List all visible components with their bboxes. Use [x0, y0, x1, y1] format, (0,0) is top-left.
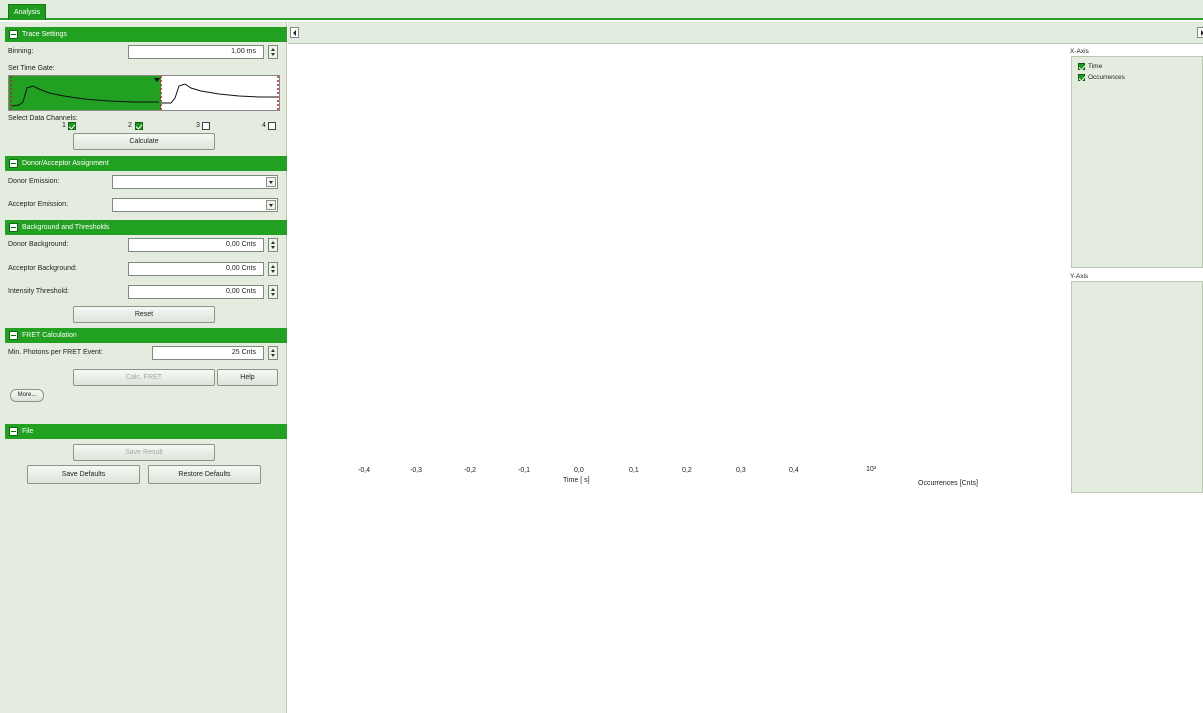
collapse-icon[interactable] — [9, 223, 18, 232]
restore-defaults-button[interactable]: Restore Defaults — [148, 465, 261, 484]
y-axis-label: Occurrences [Cnts] — [918, 480, 978, 487]
acceptor-background-label: Acceptor Background: — [8, 265, 77, 272]
x-tick-label: 0,0 — [574, 467, 584, 474]
x-tick-label: -0,1 — [518, 467, 531, 474]
tab-strip: Analysis — [0, 0, 1203, 20]
min-photons-label: Min. Photons per FRET Event: — [8, 349, 103, 356]
x-tick-label: 0,4 — [789, 467, 799, 474]
min-photons-input[interactable]: 25 Cnts — [152, 346, 264, 360]
plot-area[interactable] — [288, 45, 1068, 713]
x-tick-label: -0,4 — [358, 467, 371, 474]
binning-input[interactable]: 1,00 ms — [128, 45, 264, 59]
intensity-threshold-label: Intensity Threshold: — [8, 288, 69, 295]
section-header-background[interactable]: Background and Thresholds — [5, 220, 287, 235]
arrow-right-icon[interactable] — [1197, 27, 1203, 38]
x-tick-label: 0,3 — [736, 467, 746, 474]
section-title: File — [22, 428, 34, 435]
intensity-threshold-spinner[interactable] — [268, 285, 278, 299]
x-axis-panel-title: X-Axis — [1070, 48, 1089, 55]
chevron-down-icon[interactable] — [266, 200, 276, 210]
occurrences-checkbox[interactable] — [1078, 74, 1085, 81]
time-gate-preview[interactable] — [8, 75, 280, 111]
x-axis-panel: Time Occurrences — [1071, 56, 1203, 268]
channel-number: 1 — [62, 122, 66, 129]
x-tick-label: -0,2 — [464, 467, 477, 474]
collapse-icon[interactable] — [9, 427, 18, 436]
x-tick-label: -0,3 — [410, 467, 423, 474]
calc-fret-button[interactable]: Calc. FRET — [73, 369, 215, 386]
acceptor-emission-select[interactable] — [112, 198, 278, 212]
channel-3-checkbox[interactable] — [202, 122, 210, 130]
intensity-threshold-input[interactable]: 0,00 Cnts — [128, 285, 264, 299]
save-defaults-button[interactable]: Save Defaults — [27, 465, 140, 484]
x-axis-label: Time [ s] — [563, 477, 590, 484]
time-gate-trace — [9, 76, 279, 110]
settings-panel: Trace Settings Binning: 1,00 ms Set Time… — [0, 22, 287, 713]
more-button[interactable]: More... — [10, 389, 44, 402]
reset-button[interactable]: Reset — [73, 306, 215, 323]
binning-label: Binning: — [8, 48, 34, 55]
channel-number: 2 — [128, 122, 132, 129]
section-header-trace-settings[interactable]: Trace Settings — [5, 27, 287, 42]
acceptor-background-spinner[interactable] — [268, 262, 278, 276]
trace-line-second — [161, 83, 277, 104]
y-axis-panel — [1071, 281, 1203, 493]
binning-spinner[interactable] — [268, 45, 278, 59]
acceptor-background-input[interactable]: 0,00 Cnts — [128, 262, 264, 276]
donor-background-spinner[interactable] — [268, 238, 278, 252]
tab-analysis[interactable]: Analysis — [8, 4, 47, 20]
plot-toolbar — [288, 22, 1203, 44]
x-axis-item-label: Time — [1088, 63, 1103, 70]
section-header-fret[interactable]: FRET Calculation — [5, 328, 287, 343]
arrow-left-icon[interactable] — [290, 27, 299, 38]
x-tick-label: 0,1 — [629, 467, 639, 474]
calculate-button[interactable]: Calculate — [73, 133, 215, 150]
gate-selection — [9, 76, 161, 110]
section-title: FRET Calculation — [22, 332, 77, 339]
x-axis-item-label: Occurrences — [1088, 74, 1125, 81]
section-header-assignment[interactable]: Donor/Acceptor Assignment — [5, 156, 287, 171]
donor-background-label: Donor Background: — [8, 241, 69, 248]
chevron-down-icon[interactable] — [266, 177, 276, 187]
collapse-icon[interactable] — [9, 331, 18, 340]
section-title: Background and Thresholds — [22, 224, 110, 231]
help-button[interactable]: Help — [217, 369, 278, 386]
save-result-button[interactable]: Save Result — [73, 444, 215, 461]
donor-background-input[interactable]: 0,00 Cnts — [128, 238, 264, 252]
collapse-icon[interactable] — [9, 159, 18, 168]
section-title: Trace Settings — [22, 31, 67, 38]
channel-number: 4 — [262, 122, 266, 129]
channel-number: 3 — [196, 122, 200, 129]
channel-1-checkbox[interactable] — [68, 122, 76, 130]
collapse-icon[interactable] — [9, 30, 18, 39]
channels-label: Select Data Channels: — [8, 115, 78, 122]
min-photons-spinner[interactable] — [268, 346, 278, 360]
time-checkbox[interactable] — [1078, 63, 1085, 70]
y-axis-panel-title: Y-Axis — [1070, 273, 1089, 280]
channel-4-checkbox[interactable] — [268, 122, 276, 130]
y-tick-label: 10³ — [866, 466, 877, 473]
acceptor-emission-label: Acceptor Emission: — [8, 201, 68, 208]
section-header-file[interactable]: File — [5, 424, 287, 439]
x-tick-label: 0,2 — [682, 467, 692, 474]
donor-emission-select[interactable] — [112, 175, 278, 189]
donor-emission-label: Donor Emission: — [8, 178, 60, 185]
section-title: Donor/Acceptor Assignment — [22, 160, 109, 167]
time-gate-label: Set Time Gate: — [8, 65, 55, 72]
channel-2-checkbox[interactable] — [135, 122, 143, 130]
